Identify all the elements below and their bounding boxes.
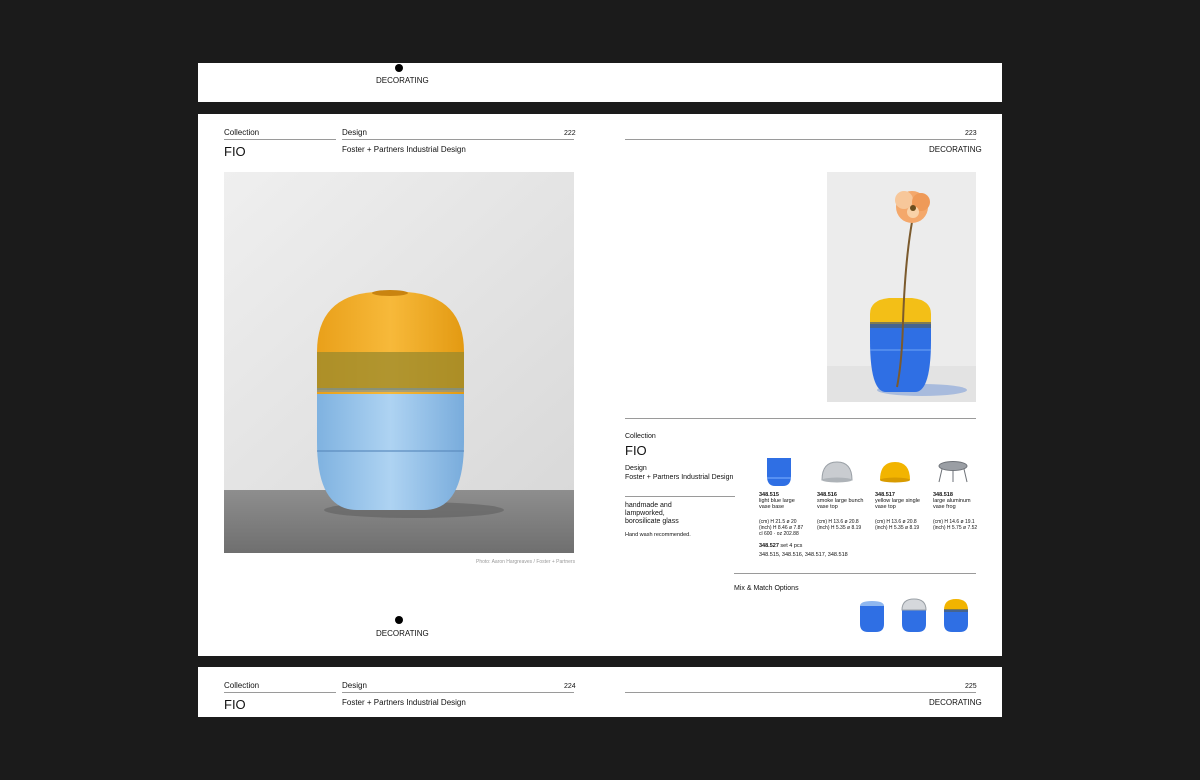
collection-label: Collection bbox=[224, 128, 260, 137]
collection-label: Collection bbox=[625, 433, 656, 440]
design-label: Design bbox=[342, 681, 367, 690]
section-label: DECORATING bbox=[929, 145, 982, 154]
design-label: Design bbox=[625, 465, 647, 472]
collection-name: FIO bbox=[224, 697, 246, 712]
set-info: 348.527 set 4 pcs bbox=[759, 543, 802, 550]
product-thumbnail bbox=[875, 454, 915, 490]
designer-name: Foster + Partners Industrial Design bbox=[342, 698, 466, 707]
design-label: Design bbox=[342, 128, 367, 137]
mix-option-thumbnail bbox=[941, 596, 971, 634]
set-code: 348.527 bbox=[759, 543, 779, 549]
product-thumbnail bbox=[817, 454, 857, 490]
product-dimensions: (cm) H 13.6 ø 20.8 (inch) H 5.35 ø 8.19 bbox=[875, 519, 920, 531]
collection-name: FIO bbox=[224, 144, 246, 159]
collection-label: Collection bbox=[224, 681, 260, 690]
mix-match-label: Mix & Match Options bbox=[734, 585, 799, 592]
product-item: 348.516 smoke large bunch vase top (cm) H… bbox=[817, 454, 873, 531]
page-number-right: 223 bbox=[965, 130, 977, 137]
material-line-2: lampworked, bbox=[625, 510, 665, 517]
product-dimensions: (cm) H 14.6 ø 19.1 (inch) H 5.75 ø 7.52 bbox=[933, 519, 978, 531]
product-name: yellow large single vase top bbox=[875, 498, 920, 510]
header-rule-right bbox=[625, 692, 976, 693]
hero-vase-photo bbox=[224, 172, 574, 553]
header-rule-left-b bbox=[342, 139, 574, 140]
set-contents: 348.515, 348.516, 348.517, 348.518 bbox=[759, 552, 848, 558]
info-rule bbox=[625, 496, 735, 497]
care-note: Hand wash recommended. bbox=[625, 532, 691, 538]
section-rule bbox=[625, 418, 976, 419]
page-number-left: 222 bbox=[564, 130, 576, 137]
section-label: DECORATING bbox=[929, 698, 982, 707]
product-name: light blue large vase base bbox=[759, 498, 795, 510]
product-item: 348.517 yellow large single vase top (cm)… bbox=[875, 454, 931, 531]
product-dimensions: (cm) H 13.6 ø 20.8 (inch) H 5.35 ø 8.19 bbox=[817, 519, 862, 531]
page-number-right: 225 bbox=[965, 683, 977, 690]
product-item: 348.518 large aluminum vase frog (cm) H 1… bbox=[933, 454, 989, 531]
product-thumbnail bbox=[933, 454, 973, 490]
section-dot bbox=[395, 616, 403, 624]
mix-option-thumbnail bbox=[899, 596, 929, 634]
footer-section-label: DECORATING bbox=[376, 76, 429, 85]
section-dot bbox=[395, 64, 403, 72]
page-number-left: 224 bbox=[564, 683, 576, 690]
collection-name: FIO bbox=[625, 443, 647, 458]
mix-option-thumbnail bbox=[857, 598, 887, 634]
designer-name: Foster + Partners Industrial Design bbox=[342, 145, 466, 154]
previous-page-strip: DECORATING bbox=[198, 63, 1002, 102]
photo-credit: Photo: Aaron Hargreaves / Foster + Partn… bbox=[476, 559, 576, 565]
product-name: large aluminum vase frog bbox=[933, 498, 971, 510]
header-rule-left-a bbox=[224, 139, 336, 140]
material-line-1: handmade and bbox=[625, 502, 672, 509]
header-rule-right bbox=[625, 139, 976, 140]
catalog-spread: Collection FIO Design 222 Foster + Partn… bbox=[198, 114, 1002, 656]
product-name: smoke large bunch vase top bbox=[817, 498, 864, 510]
product-item: 348.515 light blue large vase base (cm) H… bbox=[759, 454, 815, 537]
set-label: set 4 pcs bbox=[780, 543, 803, 549]
designer-name: Foster + Partners Industrial Design bbox=[625, 474, 734, 481]
mix-match-rule bbox=[734, 573, 976, 574]
header-rule-left-b bbox=[342, 692, 574, 693]
vase-with-flower-photo bbox=[827, 172, 976, 402]
product-dimensions: (cm) H 21.5 ø 20 (inch) H 8.46 ø 7.87 cl 6… bbox=[759, 519, 804, 537]
material-line-3: borosilicate glass bbox=[625, 518, 679, 525]
product-thumbnail bbox=[759, 454, 799, 490]
header-rule-left-a bbox=[224, 692, 336, 693]
next-spread-strip: Collection FIO Design 224 Foster + Partn… bbox=[198, 667, 1002, 717]
footer-section-label: DECORATING bbox=[376, 629, 429, 638]
